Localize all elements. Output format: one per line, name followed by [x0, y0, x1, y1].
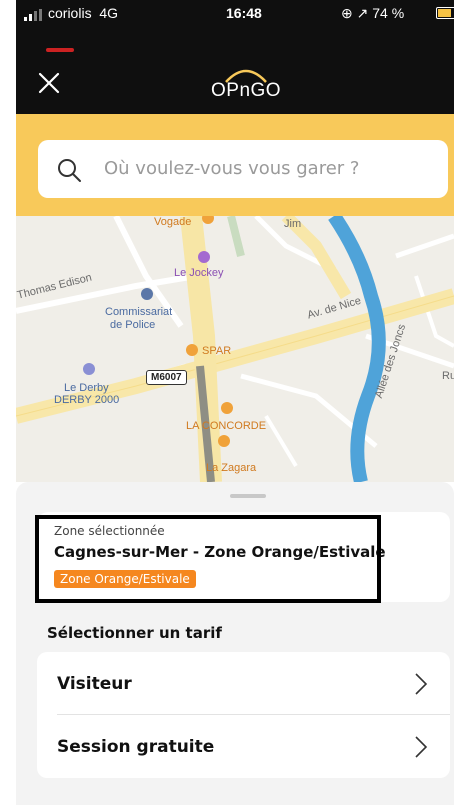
zone-badge: Zone Orange/Estivale [54, 570, 196, 588]
tarif-row-session-gratuite[interactable]: Session gratuite [37, 715, 450, 778]
logo-text: OPnGO [211, 80, 282, 101]
zone-label: Zone sélectionnée [54, 524, 165, 538]
chevron-right-icon [415, 736, 428, 758]
map-label-vogade: Vogade [154, 216, 192, 228]
search-band: Où voulez-vous vous garer ? [16, 114, 454, 216]
tarif-row-visiteur[interactable]: Visiteur [37, 652, 450, 715]
sheet-grabber[interactable] [230, 494, 266, 498]
map-label-derby-2000: DERBY 2000 [54, 394, 120, 406]
map-label-ru: Ru [442, 370, 454, 382]
search-input[interactable]: Où voulez-vous vous garer ? [38, 140, 448, 198]
battery-icon [436, 7, 454, 19]
tarif-section-title: Sélectionner un tarif [47, 624, 222, 642]
zone-name: Cagnes-sur-Mer - Zone Orange/Estivale [54, 543, 386, 561]
road-badge-m6007: M6007 [146, 370, 187, 385]
close-button[interactable] [36, 70, 62, 96]
map-label-commissariat: Commissariat [105, 306, 173, 318]
chevron-right-icon [415, 673, 428, 695]
bottom-sheet: Zone sélectionnée Cagnes-sur-Mer - Zone … [16, 482, 454, 805]
clock: 16:48 [226, 5, 262, 21]
search-placeholder: Où voulez-vous vous garer ? [104, 158, 360, 179]
app-screen: coriolis 4G 16:48 ⊕ ↗ 74 % OPnGO Où voul… [0, 0, 454, 805]
app-logo: OPnGO [211, 64, 281, 104]
map-label-le-jockey: Le Jockey [174, 267, 224, 279]
tarif-label: Session gratuite [57, 737, 215, 757]
carrier-label: coriolis 4G [48, 5, 119, 21]
signal-icon [24, 9, 42, 21]
status-indicators: ⊕ ↗ 74 % [341, 5, 405, 21]
map-view[interactable]: Vogade Jim Le Jockey Thomas Edison Commi… [16, 216, 454, 482]
search-icon [58, 159, 81, 182]
tarif-label: Visiteur [57, 674, 132, 694]
close-icon [38, 72, 60, 94]
recording-indicator [46, 48, 74, 52]
map-label-la-concorde: LA CONCORDE [186, 420, 267, 432]
map-label-la-zagara: La Zagara [206, 462, 257, 474]
tarif-list: Visiteur Session gratuite [37, 652, 450, 778]
map-label-spar: SPAR [202, 345, 232, 357]
map-label-le-derby: Le Derby [64, 382, 109, 394]
map-label-road: Jim [284, 218, 302, 230]
app-header: OPnGO [16, 38, 454, 114]
map-label-de-police: de Police [110, 319, 156, 331]
status-bar: coriolis 4G 16:48 ⊕ ↗ 74 % [16, 0, 454, 38]
zone-card[interactable]: Zone sélectionnée Cagnes-sur-Mer - Zone … [35, 512, 450, 603]
